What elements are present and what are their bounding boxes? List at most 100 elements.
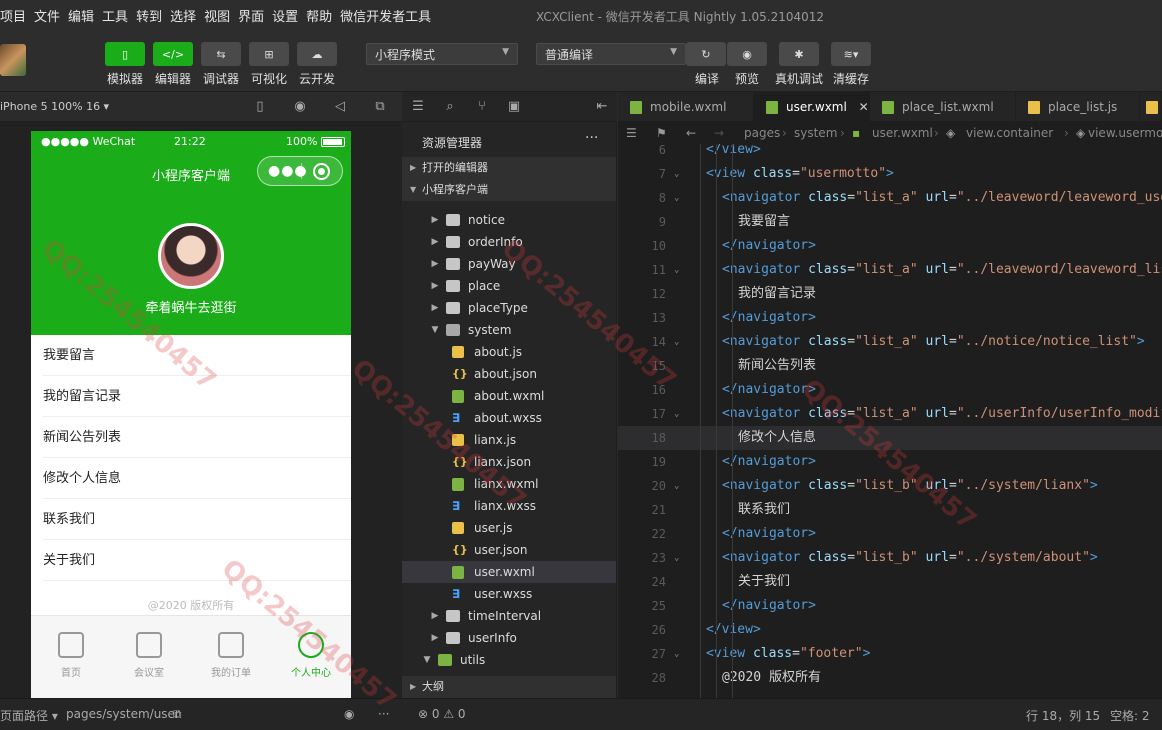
tree-item[interactable]: ▶ place bbox=[402, 275, 616, 297]
phone-icon[interactable]: ▯ bbox=[252, 99, 268, 115]
problems-count[interactable]: ⊗ 0 ⚠ 0 bbox=[418, 707, 466, 721]
menu-item[interactable]: 设置 bbox=[272, 6, 298, 25]
cursor-position[interactable]: 行 18，列 15 bbox=[1026, 707, 1100, 724]
debugger-toggle-button[interactable]: ⇆ bbox=[201, 42, 241, 66]
clear-cache-button[interactable]: ≋▾ bbox=[831, 42, 871, 66]
tree-item[interactable]: ▶ placeType bbox=[402, 297, 616, 319]
profile-menu-item[interactable]: 关于我们 bbox=[43, 540, 351, 581]
fold-chevron-icon[interactable]: ⌄ bbox=[674, 402, 684, 426]
eye-icon[interactable]: ◉ bbox=[344, 707, 354, 721]
project-avatar[interactable] bbox=[0, 44, 26, 76]
tree-item[interactable]: about.wxml bbox=[402, 385, 616, 407]
indent-spaces[interactable]: 空格: 2 bbox=[1110, 707, 1150, 724]
tree-item[interactable]: ▶ orderInfo bbox=[402, 231, 616, 253]
capsule-menu[interactable]: ●●● bbox=[257, 156, 343, 186]
compile-button[interactable]: ↻ bbox=[686, 42, 726, 66]
collapse-panel-icon[interactable]: ⇤ bbox=[594, 99, 610, 115]
tree-item[interactable]: {} about.json bbox=[402, 363, 616, 385]
menu-item[interactable]: 文件 bbox=[34, 6, 60, 25]
more-icon[interactable]: ··· bbox=[585, 130, 598, 146]
bookmark-icon[interactable]: ⚑ bbox=[656, 122, 667, 144]
tab-item[interactable]: 首页 bbox=[41, 632, 101, 679]
breadcrumb-pages[interactable]: pages bbox=[744, 122, 780, 144]
tab-overflow[interactable] bbox=[1140, 92, 1162, 122]
record-icon[interactable]: ◉ bbox=[292, 99, 308, 115]
volume-icon[interactable]: ◁ bbox=[332, 99, 348, 115]
cloud-button[interactable]: ☁ bbox=[297, 42, 337, 66]
forward-arrow-icon[interactable]: → bbox=[714, 122, 724, 144]
tree-item[interactable]: user.js bbox=[402, 517, 616, 539]
open-editors-section[interactable]: ▶ 打开的编辑器 bbox=[402, 157, 616, 179]
tree-item[interactable]: ∃ about.wxss bbox=[402, 407, 616, 429]
search-icon[interactable]: ⌕ bbox=[442, 99, 458, 115]
tree-item[interactable]: ▶ userInfo bbox=[402, 627, 616, 649]
tree-item[interactable]: lianx.js bbox=[402, 429, 616, 451]
outline-section[interactable]: ▶ 大纲 bbox=[402, 676, 616, 698]
project-section[interactable]: ▼ 小程序客户端 bbox=[402, 179, 616, 201]
menu-item[interactable]: 项目 bbox=[0, 6, 26, 25]
tree-item[interactable]: ▼ utils bbox=[402, 649, 616, 671]
tree-item[interactable]: ∃ lianx.wxss bbox=[402, 495, 616, 517]
more-icon[interactable]: ··· bbox=[378, 707, 389, 721]
compile-select[interactable]: 普通编译 ▼ bbox=[536, 43, 686, 65]
fold-chevron-icon[interactable]: ⌄ bbox=[674, 330, 684, 354]
profile-menu-item[interactable]: 我的留言记录 bbox=[43, 376, 351, 417]
fold-chevron-icon[interactable]: ⌄ bbox=[674, 162, 684, 186]
menu-item[interactable]: 微信开发者工具 bbox=[340, 6, 431, 25]
popout-icon[interactable]: ⧉ bbox=[372, 99, 388, 115]
tab-item[interactable]: 个人中心 bbox=[281, 632, 341, 679]
tree-item[interactable]: ▶ timeInterval bbox=[402, 605, 616, 627]
tab-user-wxml[interactable]: user.wxml ✕ bbox=[754, 92, 870, 122]
tab-mobile-wxml[interactable]: mobile.wxml bbox=[618, 92, 754, 122]
tree-item[interactable]: ▼ system bbox=[402, 319, 616, 341]
breadcrumb-container[interactable]: view.container bbox=[966, 122, 1053, 144]
tab-place-list-js[interactable]: place_list.js bbox=[1016, 92, 1140, 122]
profile-menu-item[interactable]: 修改个人信息 bbox=[43, 458, 351, 499]
tree-item[interactable]: ▶ payWay bbox=[402, 253, 616, 275]
menu-item[interactable]: 帮助 bbox=[306, 6, 332, 25]
fold-chevron-icon[interactable]: ⌄ bbox=[674, 186, 684, 210]
tree-item[interactable]: {} lianx.json bbox=[402, 451, 616, 473]
back-arrow-icon[interactable]: ← bbox=[686, 122, 696, 144]
tree-item[interactable]: ▶ notice bbox=[402, 209, 616, 231]
tree-item[interactable]: {} user.json bbox=[402, 539, 616, 561]
tree-item[interactable]: ∃ user.wxss bbox=[402, 583, 616, 605]
tree-item[interactable]: lianx.wxml bbox=[402, 473, 616, 495]
profile-menu-item[interactable]: 联系我们 bbox=[43, 499, 351, 540]
tab-item[interactable]: 会议室 bbox=[119, 632, 179, 679]
close-target-icon[interactable] bbox=[313, 163, 330, 180]
menu-item[interactable]: 界面 bbox=[238, 6, 264, 25]
menu-item[interactable]: 选择 bbox=[170, 6, 196, 25]
menu-item[interactable]: 编辑 bbox=[68, 6, 94, 25]
menu-item[interactable]: 转到 bbox=[136, 6, 162, 25]
extensions-icon[interactable]: ▣ bbox=[506, 99, 522, 115]
device-select[interactable]: iPhone 5 100% 16 ▾ bbox=[0, 100, 109, 113]
editor-toggle-button[interactable]: </> bbox=[153, 42, 193, 66]
fold-chevron-icon[interactable]: ⌄ bbox=[674, 258, 684, 282]
list-icon[interactable]: ☰ bbox=[626, 122, 637, 144]
tree-item[interactable]: about.js bbox=[402, 341, 616, 363]
real-device-debug-button[interactable]: ✱ bbox=[779, 42, 819, 66]
breadcrumb-usermotto[interactable]: view.usermotto bbox=[1088, 122, 1162, 144]
fold-chevron-icon[interactable]: ⌄ bbox=[674, 474, 684, 498]
profile-menu-item[interactable]: 新闻公告列表 bbox=[43, 417, 351, 458]
breadcrumb-system[interactable]: system bbox=[794, 122, 837, 144]
simulator-toggle-button[interactable]: ▯ bbox=[105, 42, 145, 66]
copy-icon[interactable]: ⧉ bbox=[173, 707, 182, 722]
mode-select[interactable]: 小程序模式 ▼ bbox=[366, 43, 518, 65]
menu-item[interactable]: 工具 bbox=[102, 6, 128, 25]
files-icon[interactable]: ☰ bbox=[410, 99, 426, 115]
source-control-icon[interactable]: ⑂ bbox=[474, 99, 490, 115]
visual-toggle-button[interactable]: ⊞ bbox=[249, 42, 289, 66]
tab-place-list-wxml[interactable]: place_list.wxml bbox=[870, 92, 1016, 122]
tab-item[interactable]: 我的订单 bbox=[201, 632, 261, 679]
close-icon[interactable]: ✕ bbox=[859, 100, 869, 114]
preview-button[interactable]: ◉ bbox=[727, 42, 767, 66]
page-path-label[interactable]: 页面路径 ▾ bbox=[0, 707, 58, 724]
avatar[interactable] bbox=[158, 223, 224, 289]
fold-chevron-icon[interactable]: ⌄ bbox=[674, 642, 684, 666]
breadcrumb-file[interactable]: user.wxml bbox=[872, 122, 933, 144]
profile-menu-item[interactable]: 我要留言 bbox=[43, 335, 351, 376]
fold-chevron-icon[interactable]: ⌄ bbox=[674, 546, 684, 570]
menu-item[interactable]: 视图 bbox=[204, 6, 230, 25]
